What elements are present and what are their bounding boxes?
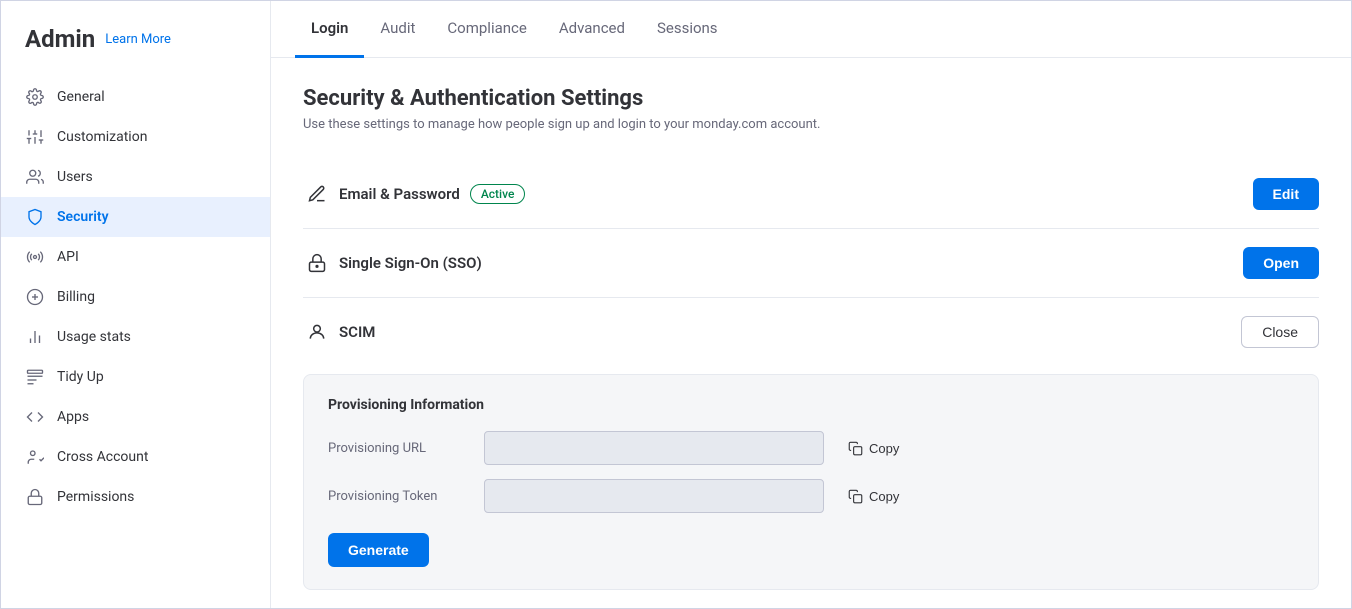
scim-expanded-panel: Provisioning Information Provisioning UR…	[303, 374, 1319, 590]
copy-icon	[848, 441, 863, 456]
generate-button[interactable]: Generate	[328, 533, 429, 567]
gear-icon	[25, 87, 45, 107]
sidebar-item-label-permissions: Permissions	[57, 489, 134, 505]
tab-sessions[interactable]: Sessions	[641, 1, 734, 58]
copy-url-button[interactable]: Copy	[840, 437, 907, 460]
close-button[interactable]: Close	[1241, 316, 1319, 348]
sidebar-item-general[interactable]: General	[1, 77, 270, 117]
sidebar-item-customization[interactable]: Customization	[1, 117, 270, 157]
scim-title: SCIM	[339, 323, 1241, 341]
active-badge: Active	[470, 184, 526, 204]
bar-chart-icon	[25, 327, 45, 347]
provisioning-token-label: Provisioning Token	[328, 489, 468, 504]
api-icon	[25, 247, 45, 267]
copy-icon-2	[848, 489, 863, 504]
page-subtitle: Use these settings to manage how people …	[303, 117, 1319, 132]
sidebar-item-label-security: Security	[57, 209, 109, 225]
users-icon	[25, 167, 45, 187]
provisioning-token-input[interactable]	[484, 479, 824, 513]
provisioning-url-row: Provisioning URL Copy	[328, 431, 1294, 465]
cross-account-icon	[25, 447, 45, 467]
lock-icon	[25, 487, 45, 507]
sso-row: Single Sign-On (SSO) Open	[303, 229, 1319, 298]
provisioning-url-input[interactable]	[484, 431, 824, 465]
content-area: Security & Authentication Settings Use t…	[271, 58, 1351, 608]
dollar-icon	[25, 287, 45, 307]
sso-title: Single Sign-On (SSO)	[339, 254, 1243, 272]
sidebar-item-users[interactable]: Users	[1, 157, 270, 197]
email-password-icon	[303, 184, 331, 204]
provisioning-info-title: Provisioning Information	[328, 397, 1294, 413]
provisioning-url-label: Provisioning URL	[328, 441, 468, 456]
tab-login[interactable]: Login	[295, 1, 364, 58]
scim-icon	[303, 322, 331, 342]
sidebar-item-cross-account[interactable]: Cross Account	[1, 437, 270, 477]
sidebar-item-apps[interactable]: Apps	[1, 397, 270, 437]
provisioning-token-row: Provisioning Token Copy	[328, 479, 1294, 513]
sidebar: Admin Learn More General Customization	[1, 1, 271, 608]
open-button[interactable]: Open	[1243, 247, 1319, 279]
sidebar-item-label-general: General	[57, 89, 105, 105]
sidebar-item-label-usage-stats: Usage stats	[57, 329, 131, 345]
main-content: Login Audit Compliance Advanced Sessions…	[271, 1, 1351, 608]
sidebar-item-api[interactable]: API	[1, 237, 270, 277]
sidebar-item-tidy-up[interactable]: Tidy Up	[1, 357, 270, 397]
tab-compliance[interactable]: Compliance	[431, 1, 542, 58]
edit-button[interactable]: Edit	[1253, 178, 1319, 210]
sidebar-item-permissions[interactable]: Permissions	[1, 477, 270, 517]
page-title: Security & Authentication Settings	[303, 86, 1319, 111]
sidebar-header: Admin Learn More	[1, 25, 270, 77]
sidebar-item-label-tidy-up: Tidy Up	[57, 369, 104, 385]
learn-more-link[interactable]: Learn More	[105, 32, 171, 47]
sidebar-item-label-api: API	[57, 249, 79, 265]
sso-icon	[303, 253, 331, 273]
tab-audit[interactable]: Audit	[364, 1, 431, 58]
sidebar-item-billing[interactable]: Billing	[1, 277, 270, 317]
sidebar-item-label-customization: Customization	[57, 129, 147, 145]
sidebar-item-usage-stats[interactable]: Usage stats	[1, 317, 270, 357]
tidy-icon	[25, 367, 45, 387]
sliders-icon	[25, 127, 45, 147]
sidebar-nav: General Customization Users	[1, 77, 270, 584]
email-password-row: Email & Password Active Edit	[303, 160, 1319, 229]
scim-row: SCIM Close	[303, 298, 1319, 366]
sidebar-item-label-cross-account: Cross Account	[57, 449, 148, 465]
sidebar-item-label-billing: Billing	[57, 289, 95, 305]
sidebar-item-security[interactable]: Security	[1, 197, 270, 237]
app-title: Admin	[25, 25, 95, 53]
shield-icon	[25, 207, 45, 227]
code-icon	[25, 407, 45, 427]
sidebar-item-label-apps: Apps	[57, 409, 89, 425]
email-password-title: Email & Password Active	[339, 184, 1253, 204]
copy-token-button[interactable]: Copy	[840, 485, 907, 508]
tabs-bar: Login Audit Compliance Advanced Sessions	[271, 1, 1351, 58]
sidebar-item-label-users: Users	[57, 169, 93, 185]
tab-advanced[interactable]: Advanced	[543, 1, 641, 58]
